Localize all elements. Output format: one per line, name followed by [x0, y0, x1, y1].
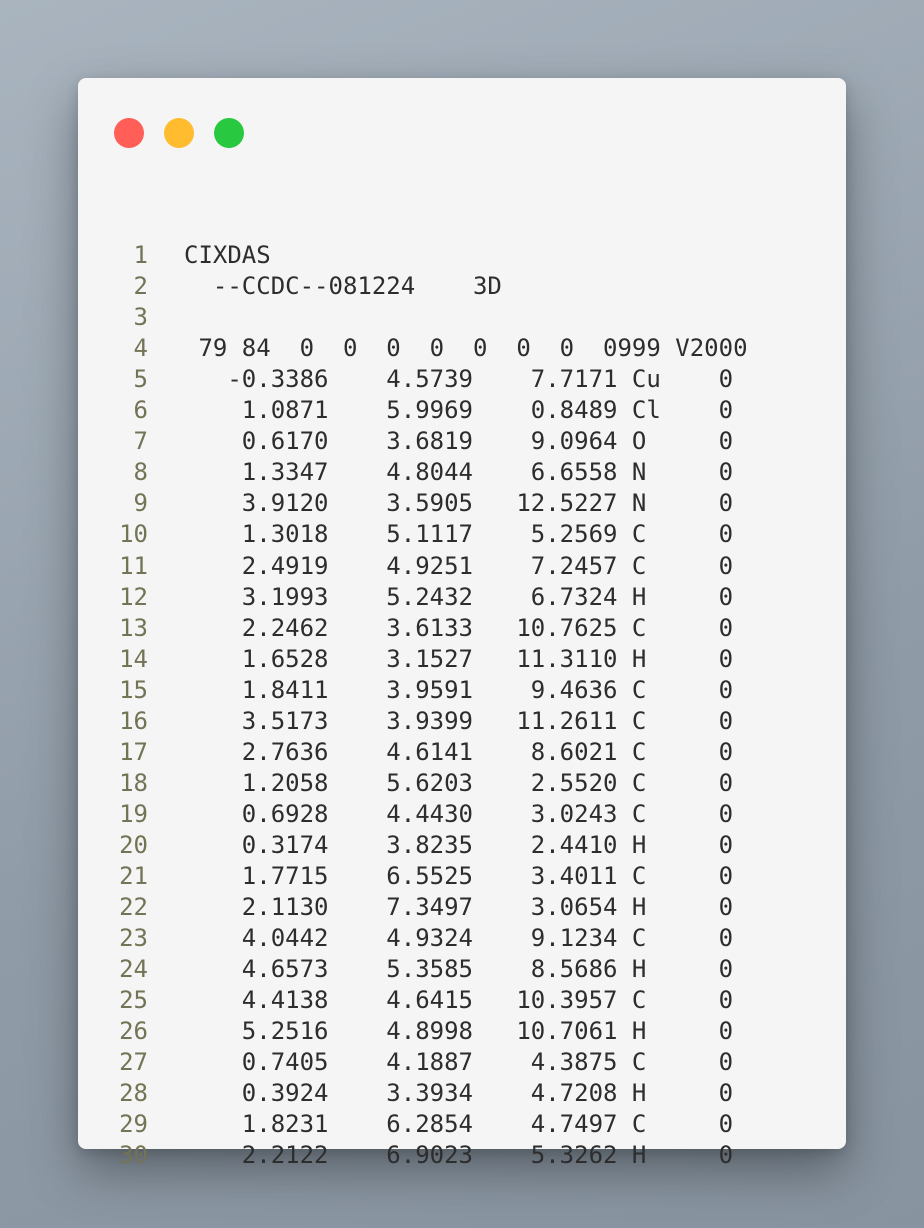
- code-line: 29 1.8231 6.2854 4.7497 C 0: [78, 1109, 846, 1140]
- line-text: 1.7715 6.5525 3.4011 C 0: [184, 862, 734, 890]
- code-line: 16 3.5173 3.9399 11.2611 C 0: [78, 706, 846, 737]
- code-line: 7 0.6170 3.6819 9.0964 O 0: [78, 426, 846, 457]
- code-line: 13 2.2462 3.6133 10.7625 C 0: [78, 613, 846, 644]
- line-number: 16: [119, 706, 148, 735]
- code-line: 22 2.1130 7.3497 3.0654 H 0: [78, 892, 846, 923]
- minimize-button[interactable]: [164, 118, 194, 148]
- line-text: 3.9120 3.5905 12.5227 N 0: [184, 489, 734, 518]
- line-text: 5.2516 4.8998 10.7061 H 0: [184, 1017, 734, 1046]
- code-line: 9 3.9120 3.5905 12.5227 N 0: [78, 488, 846, 519]
- line-text: 2.2462 3.6133 10.7625 C 0: [184, 613, 734, 642]
- line-number: 5: [133, 365, 148, 394]
- code-line: 28 0.3924 3.3934 4.7208 H 0: [78, 1078, 846, 1109]
- line-text: 0.3924 3.3934 4.7208 H 0: [184, 1079, 734, 1108]
- code-line: 30 2.2122 6.9023 5.3262 H 0: [78, 1140, 846, 1171]
- line-number: 24: [119, 955, 148, 984]
- line-number: 4: [133, 334, 148, 363]
- code-line: 19 0.6928 4.4430 3.0243 C 0: [78, 799, 846, 830]
- line-number: 20: [119, 830, 148, 859]
- line-number: 15: [119, 675, 148, 704]
- line-number: 11: [119, 551, 148, 580]
- code-line: 5 -0.3386 4.5739 7.7171 Cu 0: [78, 364, 846, 395]
- code-line: 25 4.4138 4.6415 10.3957 C 0: [78, 985, 846, 1016]
- line-number: 26: [119, 1017, 148, 1046]
- line-number: 8: [133, 458, 148, 487]
- code-line: 11 2.4919 4.9251 7.2457 C 0: [78, 551, 846, 582]
- line-text: 0.7405 4.1887 4.3875 C 0: [184, 1048, 734, 1077]
- code-line: 23 4.0442 4.9324 9.1234 C 0: [78, 923, 846, 954]
- code-line: 24 4.6573 5.3585 8.5686 H 0: [78, 954, 846, 985]
- code-line: 18 1.2058 5.6203 2.5520 C 0: [78, 768, 846, 799]
- line-number: 29: [119, 1110, 148, 1139]
- line-number: 6: [133, 396, 148, 425]
- code-line: 4 79 84 0 0 0 0 0 0 0 0999 V2000: [78, 333, 846, 364]
- line-number: 2: [133, 272, 148, 301]
- line-number: 12: [119, 582, 148, 611]
- line-text: 3.1993 5.2432 6.7324 H 0: [184, 582, 734, 611]
- line-text: 2.2122 6.9023 5.3262 H 0: [184, 1141, 734, 1170]
- line-number: 19: [119, 799, 148, 828]
- code-line: 27 0.7405 4.1887 4.3875 C 0: [78, 1047, 846, 1078]
- line-number: 9: [133, 489, 148, 518]
- code-line: 17 2.7636 4.6141 8.6021 C 0: [78, 737, 846, 768]
- line-text: 4.4138 4.6415 10.3957 C 0: [184, 986, 734, 1015]
- line-number: 18: [119, 768, 148, 797]
- code-line: 2 --CCDC--081224 3D: [78, 271, 846, 302]
- code-line: 12 3.1993 5.2432 6.7324 H 0: [78, 582, 846, 613]
- code-line: 20 0.3174 3.8235 2.4410 H 0: [78, 830, 846, 861]
- line-text: 2.7636 4.6141 8.6021 C 0: [184, 737, 734, 766]
- line-number: 10: [119, 520, 148, 549]
- line-text: 0.3174 3.8235 2.4410 H 0: [184, 830, 734, 859]
- line-text: 0.6170 3.6819 9.0964 O 0: [184, 427, 734, 456]
- close-button[interactable]: [114, 118, 144, 148]
- code-line: 21 1.7715 6.5525 3.4011 C 0: [78, 861, 846, 892]
- code-line: 10 1.3018 5.1117 5.2569 C 0: [78, 519, 846, 550]
- line-number: 17: [119, 737, 148, 766]
- line-text: CIXDAS: [184, 241, 271, 269]
- line-text: 1.8231 6.2854 4.7497 C 0: [184, 1110, 734, 1139]
- line-text: 2.4919 4.9251 7.2457 C 0: [184, 551, 734, 580]
- line-number: 22: [119, 893, 148, 922]
- line-text: 1.2058 5.6203 2.5520 C 0: [184, 768, 734, 797]
- line-text: 1.8411 3.9591 9.4636 C 0: [184, 675, 734, 704]
- line-number: 28: [119, 1079, 148, 1108]
- line-number: 21: [119, 862, 148, 890]
- line-number: 7: [133, 427, 148, 456]
- code-line: 3: [78, 302, 846, 333]
- line-number: 13: [119, 613, 148, 642]
- code-line: 1 CIXDAS: [78, 240, 846, 271]
- zoom-button[interactable]: [214, 118, 244, 148]
- line-text: 4.0442 4.9324 9.1234 C 0: [184, 924, 734, 953]
- code-window: 1 CIXDAS 2 --CCDC--081224 3D 3 4 79 84 0 0 0…: [78, 78, 846, 1169]
- line-text: 1.6528 3.1527 11.3110 H 0: [184, 644, 734, 673]
- code-line: 6 1.0871 5.9969 0.8489 Cl 0: [78, 395, 846, 426]
- line-number: 14: [119, 644, 148, 673]
- line-text: -0.3386 4.5739 7.7171 Cu 0: [184, 365, 734, 394]
- line-text: 1.0871 5.9969 0.8489 Cl 0: [184, 396, 734, 425]
- line-text: 3.5173 3.9399 11.2611 C 0: [184, 706, 734, 735]
- line-number: 23: [119, 924, 148, 953]
- line-text: --CCDC--081224 3D: [184, 272, 502, 301]
- line-number: 27: [119, 1048, 148, 1077]
- code-line: 14 1.6528 3.1527 11.3110 H 0: [78, 644, 846, 675]
- line-text: 0.6928 4.4430 3.0243 C 0: [184, 799, 734, 828]
- line-text: 79 84 0 0 0 0 0 0 0 0999 V2000: [184, 334, 748, 363]
- line-number: 25: [119, 986, 148, 1015]
- line-text: 4.6573 5.3585 8.5686 H 0: [184, 955, 734, 984]
- line-text: 1.3347 4.8044 6.6558 N 0: [184, 458, 734, 487]
- code-line: 8 1.3347 4.8044 6.6558 N 0: [78, 457, 846, 488]
- code-line: 15 1.8411 3.9591 9.4636 C 0: [78, 675, 846, 706]
- line-number: 1: [133, 241, 148, 269]
- line-number: 3: [133, 303, 148, 332]
- line-number: 30: [119, 1141, 148, 1170]
- code-line: 26 5.2516 4.8998 10.7061 H 0: [78, 1016, 846, 1047]
- line-text: 1.3018 5.1117 5.2569 C 0: [184, 520, 734, 549]
- line-text: 2.1130 7.3497 3.0654 H 0: [184, 893, 734, 922]
